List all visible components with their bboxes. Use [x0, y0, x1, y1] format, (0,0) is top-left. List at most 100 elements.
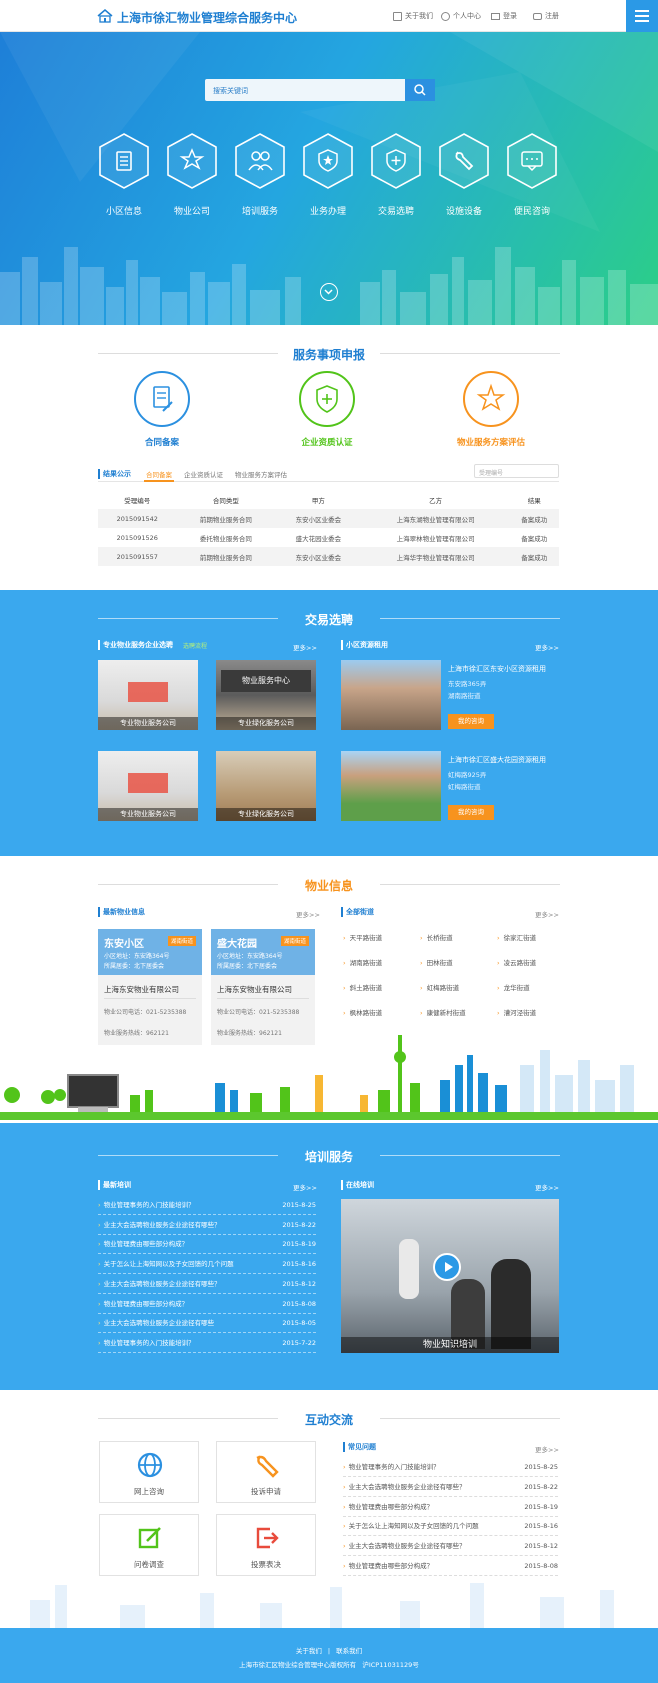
document-icon — [153, 386, 173, 412]
residence-photo[interactable] — [341, 660, 441, 730]
service-hex-4[interactable] — [302, 132, 354, 190]
skyline-graphic — [30, 1583, 614, 1630]
service-hex-3[interactable] — [234, 132, 286, 190]
more-link[interactable]: 更多>> — [535, 1182, 559, 1192]
rental-street: 虹梅路街道 — [448, 783, 481, 791]
training-video[interactable]: 物业知识培训 — [341, 1199, 559, 1353]
survey-button[interactable]: 问卷调查 — [99, 1514, 199, 1576]
play-icon[interactable] — [433, 1253, 461, 1281]
community-office: 所属居委：北下居委会 — [217, 963, 278, 970]
table-row[interactable]: 2015091542 前期物业服务合同 东安小区业委会 上海东湖物业管理有限公司 备案成… — [98, 509, 559, 528]
table-header: 甲方 — [311, 496, 325, 505]
tab-qualification[interactable]: 企业资质认证 — [184, 469, 223, 479]
company-name: 上海东安物业有限公司 — [217, 985, 292, 994]
contract-filing-button[interactable] — [134, 371, 190, 427]
rental-name[interactable]: 上海市徐汇区东安小区资源租用 — [448, 664, 546, 674]
community-card[interactable]: 东安小区 湖南街道 小区地址：东安路364号 所属居委：北下居委会 上海东安物业有限公司… — [98, 929, 202, 1045]
training-news-item[interactable]: › 关于怎么让上海知网以及子女回馈的几个问题 2015-8-16 — [98, 1255, 316, 1275]
section-title-interact: 互动交流 — [304, 1413, 353, 1427]
training-news-item[interactable]: › 业主大会选聘物业服务企业途径有哪些？ 2015-8-12 — [98, 1275, 316, 1294]
faq-item[interactable]: › 业主大会选聘物业服务企业途径有哪些？ 2015-8-22 — [343, 1478, 558, 1497]
street-link[interactable]: › 龙华街道 — [497, 982, 530, 992]
training-news-item[interactable]: › 业主大会选聘物业服务企业途径有哪些？ 2015-8-22 — [98, 1216, 316, 1235]
search-button[interactable] — [405, 79, 435, 101]
more-link[interactable]: 更多>> — [535, 909, 559, 919]
faq-item[interactable]: › 物业管理费由哪些部分构成？ 2015-8-19 — [343, 1498, 558, 1517]
street-link[interactable]: › 田林街道 — [420, 957, 453, 967]
plan-evaluation-button[interactable] — [463, 371, 519, 427]
table-row[interactable]: 2015091557 前期物业服务合同 东安小区业委会 上海华宇物业管理有限公司 备案成… — [98, 547, 559, 566]
street-link[interactable]: › 虹梅路街道 — [420, 982, 459, 992]
menu-button[interactable] — [626, 0, 658, 32]
table-row[interactable]: 2015091526 委托物业服务合同 盛大花园业委会 上海翠林物业管理有限公司 备案成… — [98, 528, 559, 547]
service-hex-7[interactable] — [506, 132, 558, 190]
tab-plan[interactable]: 物业服务方案评估 — [235, 469, 287, 479]
more-link[interactable]: 更多>> — [535, 1444, 559, 1454]
community-name: 盛大花园 — [217, 939, 257, 950]
residence-photo[interactable] — [341, 751, 441, 821]
company-photo[interactable]: 专业物业服务公司 — [98, 751, 198, 821]
company-photo[interactable]: 专业物业服务公司 — [98, 660, 198, 730]
street-link[interactable]: › 徐家汇街道 — [497, 932, 536, 942]
faq-item[interactable]: › 关于怎么让上海知网以及子女回馈的几个问题 2015-8-16 — [343, 1517, 558, 1537]
street-link[interactable]: › 斜土路街道 — [343, 982, 382, 992]
arrow-icon: › — [343, 934, 346, 942]
service-hex-2[interactable] — [166, 132, 218, 190]
street-link[interactable]: › 漕河泾街道 — [497, 1007, 536, 1017]
home-logo-icon — [97, 9, 113, 23]
training-news-item[interactable]: › 物业管理费由哪些部分构成？ 2015-8-08 — [98, 1295, 316, 1314]
street-link[interactable]: › 康健新村街道 — [420, 1007, 466, 1017]
exit-icon — [256, 1527, 279, 1549]
service-label[interactable]: 便民咨询 — [492, 204, 572, 217]
more-link[interactable]: 更多>> — [293, 642, 317, 652]
street-link[interactable]: › 枫林路街道 — [343, 1007, 382, 1017]
service-hex-6[interactable] — [438, 132, 490, 190]
company-photo[interactable]: 物业服务中心 专业绿化服务公司 — [216, 660, 316, 730]
nav-about[interactable]: 关于我们 — [393, 11, 433, 21]
table-header: 受理编号 — [124, 496, 151, 505]
training-news-item[interactable]: › 物业管理事务的入门技能培训？ 2015-8-25 — [98, 1196, 316, 1215]
street-link[interactable]: › 凌云路街道 — [497, 957, 536, 967]
footer-link-about[interactable]: 关于我们 — [296, 1647, 322, 1655]
training-news-item[interactable]: › 物业管理事务的入门技能培训？ 2015-7-22 — [98, 1334, 316, 1353]
faq-item[interactable]: › 业主大会选聘物业服务企业途径有哪些？ 2015-8-12 — [343, 1537, 558, 1557]
shield-icon — [316, 385, 338, 413]
table-cell: 盛大花园业委会 — [295, 534, 342, 543]
search-input[interactable]: 搜索关键词 — [205, 79, 405, 101]
faq-date: 2015-8-12 — [524, 1542, 558, 1551]
more-link[interactable]: 更多>> — [296, 909, 320, 919]
street-link[interactable]: › 湖南路街道 — [343, 957, 382, 967]
service-hex-5[interactable] — [370, 132, 422, 190]
rental-name[interactable]: 上海市徐汇区盛大花园资源租用 — [448, 755, 546, 765]
training-news-item[interactable]: › 业主大会选聘物业服务企业途径有哪些 2015-8-05 — [98, 1314, 316, 1334]
company-photo[interactable]: 专业绿化服务公司 — [216, 751, 316, 821]
result-heading: 结果公示 — [98, 469, 131, 479]
community-card[interactable]: 盛大花园 湖南街道 小区地址：东安路364号 所属居委：北下居委会 上海东安物业有限公司… — [211, 929, 315, 1045]
consult-button[interactable]: 我的咨询 — [448, 805, 494, 820]
vote-button[interactable]: 投票表决 — [216, 1514, 316, 1576]
service-hex-1[interactable] — [98, 132, 150, 190]
qualification-button[interactable] — [299, 371, 355, 427]
selection-process-link[interactable]: 选聘流程 — [183, 641, 207, 650]
arrow-icon: › — [343, 1009, 346, 1017]
more-link[interactable]: 更多>> — [535, 642, 559, 652]
training-news-item[interactable]: › 物业管理费由哪些部分构成？ 2015-8-19 — [98, 1235, 316, 1255]
more-link[interactable]: 更多>> — [293, 1182, 317, 1192]
footer-link-contact[interactable]: 联系我们 — [336, 1647, 362, 1655]
result-search-input[interactable]: 受理编号 — [474, 464, 559, 478]
consult-button[interactable]: 我的咨询 — [448, 714, 494, 729]
site-title[interactable]: 上海市徐汇物业管理综合服务中心 — [117, 9, 297, 26]
street-link[interactable]: › 天平路街道 — [343, 932, 382, 942]
street-link[interactable]: › 长桥街道 — [420, 932, 453, 942]
news-date: 2015-8-05 — [282, 1319, 316, 1328]
online-consult-button[interactable]: 网上咨询 — [99, 1441, 199, 1503]
nav-register[interactable]: 注册 — [533, 11, 559, 21]
property-heading: 最新物业信息 — [98, 907, 145, 917]
nav-personal[interactable]: 个人中心 — [441, 11, 481, 21]
faq-item[interactable]: › 物业管理事务的入门技能培训？ 2015-8-25 — [343, 1458, 558, 1477]
tab-contract[interactable]: 合同备案 — [144, 469, 174, 482]
scroll-down-icon[interactable] — [320, 283, 338, 301]
complaint-button[interactable]: 投诉申请 — [216, 1441, 316, 1503]
nav-login[interactable]: 登录 — [491, 11, 517, 21]
faq-item[interactable]: › 物业管理费由哪些部分构成？ 2015-8-08 — [343, 1557, 558, 1576]
